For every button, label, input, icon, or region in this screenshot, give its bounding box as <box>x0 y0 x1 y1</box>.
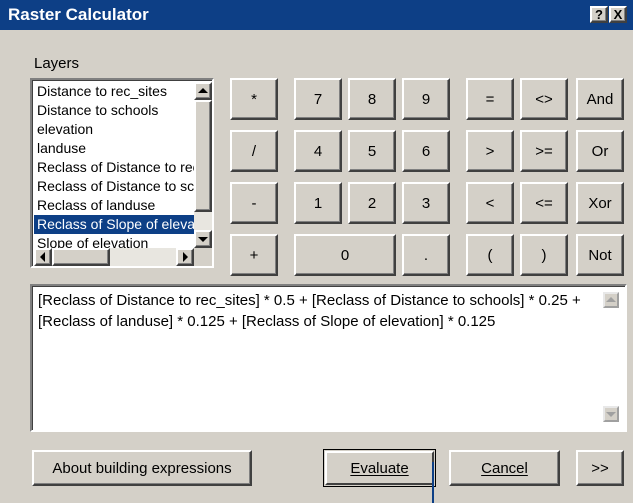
evaluate-button-label: Evaluate <box>350 459 409 477</box>
title-bar[interactable]: Raster Calculator ? X <box>0 0 633 30</box>
about-button-label: About building expressions <box>52 459 232 477</box>
not-equal-button[interactable]: <> <box>520 78 568 120</box>
digit-6-button[interactable]: 6 <box>402 130 450 172</box>
scroll-down-button[interactable] <box>194 230 212 248</box>
equals-button[interactable]: = <box>466 78 514 120</box>
less-than-button[interactable]: < <box>466 182 514 224</box>
subtract-button[interactable]: - <box>230 182 278 224</box>
expression-vertical-scrollbar[interactable] <box>601 288 623 428</box>
digit-7-button[interactable]: 7 <box>294 78 342 120</box>
expression-text[interactable]: [Reclass of Distance to rec_sites] * 0.5… <box>38 290 593 332</box>
scroll-thumb[interactable] <box>194 100 212 212</box>
arrow-left-icon <box>40 252 45 262</box>
arrow-up-icon <box>606 297 616 302</box>
greater-equal-button[interactable]: >= <box>520 130 568 172</box>
open-paren-button[interactable]: ( <box>466 234 514 276</box>
digit-2-button[interactable]: 2 <box>348 182 396 224</box>
layers-listbox[interactable]: Distance to rec_sites Distance to school… <box>30 78 214 268</box>
not-button[interactable]: Not <box>576 234 624 276</box>
digit-9-button[interactable]: 9 <box>402 78 450 120</box>
divide-button[interactable]: / <box>230 130 278 172</box>
layer-item[interactable]: Reclass of Distance to rec_sites <box>34 158 194 177</box>
layer-item[interactable]: Reclass of Distance to schools <box>34 177 194 196</box>
scrollbar-corner <box>194 248 212 266</box>
layers-label: Layers <box>34 55 80 72</box>
cancel-button[interactable]: Cancel <box>449 450 560 486</box>
less-equal-button[interactable]: <= <box>520 182 568 224</box>
close-paren-button[interactable]: ) <box>520 234 568 276</box>
layers-horizontal-scrollbar[interactable] <box>34 248 194 266</box>
close-icon: X <box>613 7 623 22</box>
layer-item[interactable]: Reclass of landuse <box>34 196 194 215</box>
scroll-left-button[interactable] <box>34 248 52 266</box>
expression-textbox[interactable]: [Reclass of Distance to rec_sites] * 0.5… <box>30 284 627 432</box>
layer-item[interactable]: Distance to schools <box>34 101 194 120</box>
help-icon: ? <box>595 7 603 22</box>
layer-item-selected[interactable]: Reclass of Slope of elevation <box>34 215 194 234</box>
expr-scroll-down-button[interactable] <box>603 406 619 422</box>
or-button[interactable]: Or <box>576 130 624 172</box>
arrow-up-icon <box>198 88 208 93</box>
decimal-point-button[interactable]: . <box>402 234 450 276</box>
close-button[interactable]: X <box>609 6 627 23</box>
cancel-button-label: Cancel <box>481 459 528 477</box>
about-building-expressions-button[interactable]: About building expressions <box>32 450 252 486</box>
arrow-right-icon <box>183 252 188 262</box>
layers-list: Distance to rec_sites Distance to school… <box>34 82 194 248</box>
layer-item[interactable]: landuse <box>34 139 194 158</box>
layer-item[interactable]: Slope of elevation <box>34 234 194 248</box>
and-button[interactable]: And <box>576 78 624 120</box>
digit-3-button[interactable]: 3 <box>402 182 450 224</box>
layers-vertical-scrollbar[interactable] <box>194 82 212 248</box>
dialog-title: Raster Calculator <box>8 5 149 24</box>
arrow-down-icon <box>198 237 208 242</box>
evaluate-button[interactable]: Evaluate <box>323 449 436 487</box>
multiply-button[interactable]: * <box>230 78 278 120</box>
arrow-down-icon <box>606 412 616 417</box>
greater-than-button[interactable]: > <box>466 130 514 172</box>
horizontal-scroll-thumb[interactable] <box>52 248 110 266</box>
raster-calculator-dialog: Raster Calculator ? X Layers Distance to… <box>0 0 633 503</box>
digit-1-button[interactable]: 1 <box>294 182 342 224</box>
scroll-right-button[interactable] <box>176 248 194 266</box>
digit-5-button[interactable]: 5 <box>348 130 396 172</box>
add-button[interactable]: + <box>230 234 278 276</box>
expand-button[interactable]: >> <box>576 450 624 486</box>
expr-scroll-up-button[interactable] <box>603 292 619 308</box>
digit-4-button[interactable]: 4 <box>294 130 342 172</box>
xor-button[interactable]: Xor <box>576 182 624 224</box>
layer-item[interactable]: elevation <box>34 120 194 139</box>
digit-8-button[interactable]: 8 <box>348 78 396 120</box>
scroll-up-button[interactable] <box>194 82 212 100</box>
help-button[interactable]: ? <box>590 6 608 23</box>
digit-0-button[interactable]: 0 <box>294 234 396 276</box>
layer-item[interactable]: Distance to rec_sites <box>34 82 194 101</box>
expand-button-label: >> <box>591 459 609 477</box>
callout-leader-line <box>432 462 434 503</box>
